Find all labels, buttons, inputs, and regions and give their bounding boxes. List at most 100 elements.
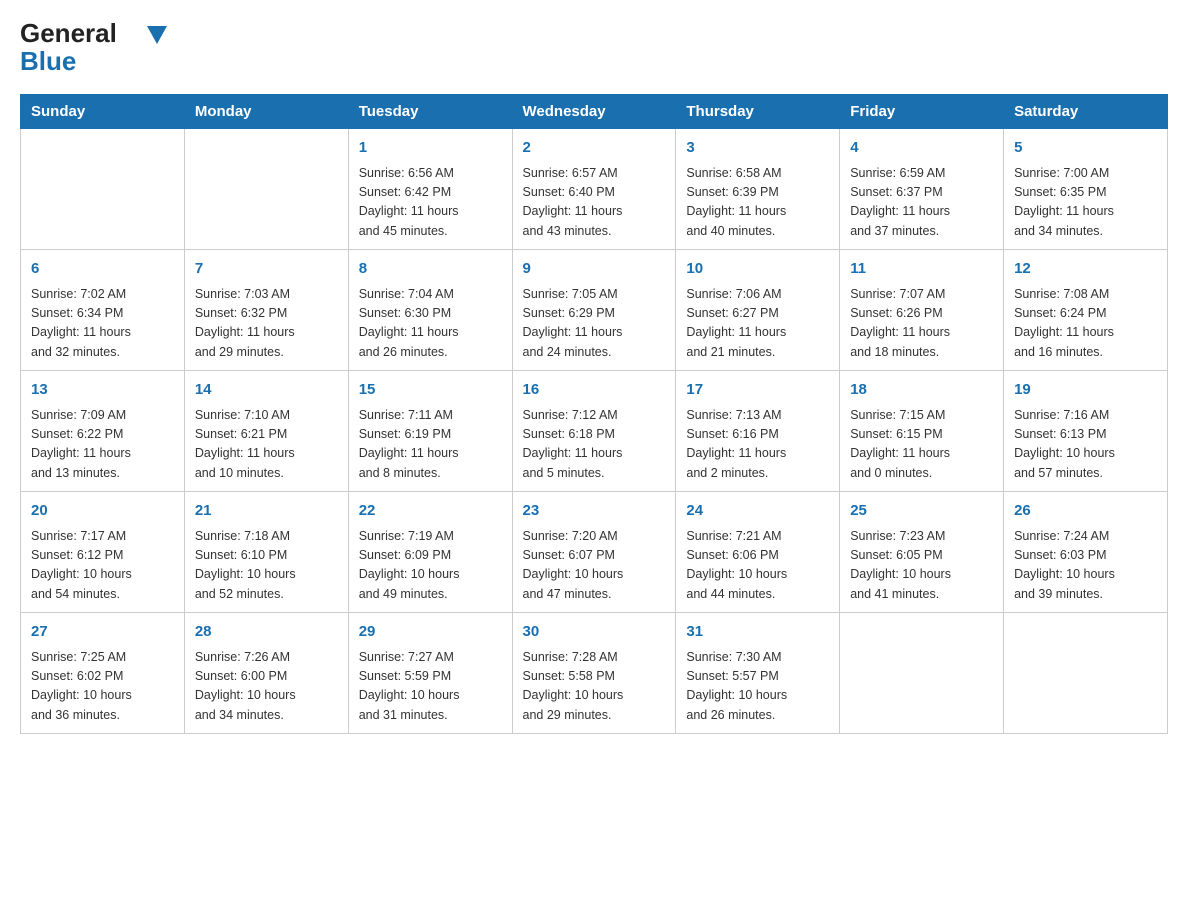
day-info: Sunrise: 7:08 AMSunset: 6:24 PMDaylight:… — [1014, 285, 1157, 363]
day-number: 24 — [686, 500, 829, 523]
day-number: 26 — [1014, 500, 1157, 523]
day-number: 5 — [1014, 137, 1157, 160]
weekday-header-wednesday: Wednesday — [512, 95, 676, 129]
day-number: 9 — [523, 258, 666, 281]
day-number: 13 — [31, 379, 174, 402]
day-number: 28 — [195, 621, 338, 644]
day-info: Sunrise: 6:56 AMSunset: 6:42 PMDaylight:… — [359, 164, 502, 242]
day-info: Sunrise: 7:17 AMSunset: 6:12 PMDaylight:… — [31, 527, 174, 605]
calendar-cell: 9 Sunrise: 7:05 AMSunset: 6:29 PMDaylight… — [512, 250, 676, 371]
calendar-cell: 24 Sunrise: 7:21 AMSunset: 6:06 PMDayligh… — [676, 492, 840, 613]
calendar-cell: 7 Sunrise: 7:03 AMSunset: 6:32 PMDaylight… — [184, 250, 348, 371]
day-info: Sunrise: 7:30 AMSunset: 5:57 PMDaylight:… — [686, 648, 829, 726]
weekday-header-friday: Friday — [840, 95, 1004, 129]
day-info: Sunrise: 6:57 AMSunset: 6:40 PMDaylight:… — [523, 164, 666, 242]
day-info: Sunrise: 7:23 AMSunset: 6:05 PMDaylight:… — [850, 527, 993, 605]
day-number: 22 — [359, 500, 502, 523]
calendar-cell: 2 Sunrise: 6:57 AMSunset: 6:40 PMDaylight… — [512, 129, 676, 250]
weekday-header-saturday: Saturday — [1004, 95, 1168, 129]
week-row-2: 6 Sunrise: 7:02 AMSunset: 6:34 PMDaylight… — [21, 250, 1168, 371]
day-info: Sunrise: 6:59 AMSunset: 6:37 PMDaylight:… — [850, 164, 993, 242]
day-info: Sunrise: 7:25 AMSunset: 6:02 PMDaylight:… — [31, 648, 174, 726]
day-number: 17 — [686, 379, 829, 402]
calendar-cell: 13 Sunrise: 7:09 AMSunset: 6:22 PMDayligh… — [21, 371, 185, 492]
day-number: 30 — [523, 621, 666, 644]
day-number: 2 — [523, 137, 666, 160]
day-number: 29 — [359, 621, 502, 644]
day-info: Sunrise: 7:06 AMSunset: 6:27 PMDaylight:… — [686, 285, 829, 363]
calendar-cell: 21 Sunrise: 7:18 AMSunset: 6:10 PMDayligh… — [184, 492, 348, 613]
calendar-cell: 16 Sunrise: 7:12 AMSunset: 6:18 PMDayligh… — [512, 371, 676, 492]
day-number: 18 — [850, 379, 993, 402]
calendar-cell: 3 Sunrise: 6:58 AMSunset: 6:39 PMDaylight… — [676, 129, 840, 250]
day-info: Sunrise: 7:03 AMSunset: 6:32 PMDaylight:… — [195, 285, 338, 363]
day-info: Sunrise: 7:21 AMSunset: 6:06 PMDaylight:… — [686, 527, 829, 605]
day-info: Sunrise: 7:15 AMSunset: 6:15 PMDaylight:… — [850, 406, 993, 484]
calendar-cell: 19 Sunrise: 7:16 AMSunset: 6:13 PMDayligh… — [1004, 371, 1168, 492]
week-row-3: 13 Sunrise: 7:09 AMSunset: 6:22 PMDayligh… — [21, 371, 1168, 492]
calendar-cell: 20 Sunrise: 7:17 AMSunset: 6:12 PMDayligh… — [21, 492, 185, 613]
day-info: Sunrise: 7:26 AMSunset: 6:00 PMDaylight:… — [195, 648, 338, 726]
day-info: Sunrise: 7:19 AMSunset: 6:09 PMDaylight:… — [359, 527, 502, 605]
day-info: Sunrise: 7:18 AMSunset: 6:10 PMDaylight:… — [195, 527, 338, 605]
day-info: Sunrise: 6:58 AMSunset: 6:39 PMDaylight:… — [686, 164, 829, 242]
day-number: 23 — [523, 500, 666, 523]
day-number: 4 — [850, 137, 993, 160]
day-number: 16 — [523, 379, 666, 402]
calendar-cell: 27 Sunrise: 7:25 AMSunset: 6:02 PMDayligh… — [21, 613, 185, 734]
calendar-cell: 28 Sunrise: 7:26 AMSunset: 6:00 PMDayligh… — [184, 613, 348, 734]
page-header: General Blue — [20, 20, 1168, 74]
calendar-cell: 29 Sunrise: 7:27 AMSunset: 5:59 PMDayligh… — [348, 613, 512, 734]
weekday-header-monday: Monday — [184, 95, 348, 129]
calendar-cell — [840, 613, 1004, 734]
calendar-cell: 8 Sunrise: 7:04 AMSunset: 6:30 PMDaylight… — [348, 250, 512, 371]
calendar-cell: 22 Sunrise: 7:19 AMSunset: 6:09 PMDayligh… — [348, 492, 512, 613]
logo-line1: General — [20, 20, 167, 48]
calendar-cell: 4 Sunrise: 6:59 AMSunset: 6:37 PMDaylight… — [840, 129, 1004, 250]
day-number: 11 — [850, 258, 993, 281]
calendar-cell: 23Sunrise: 7:20 AMSunset: 6:07 PMDayligh… — [512, 492, 676, 613]
day-number: 27 — [31, 621, 174, 644]
day-info: Sunrise: 7:02 AMSunset: 6:34 PMDaylight:… — [31, 285, 174, 363]
day-info: Sunrise: 7:09 AMSunset: 6:22 PMDaylight:… — [31, 406, 174, 484]
day-number: 6 — [31, 258, 174, 281]
day-number: 21 — [195, 500, 338, 523]
logo: General Blue — [20, 20, 167, 74]
day-number: 20 — [31, 500, 174, 523]
calendar-cell: 10Sunrise: 7:06 AMSunset: 6:27 PMDayligh… — [676, 250, 840, 371]
calendar-cell: 1 Sunrise: 6:56 AMSunset: 6:42 PMDaylight… — [348, 129, 512, 250]
day-number: 3 — [686, 137, 829, 160]
calendar-cell: 12Sunrise: 7:08 AMSunset: 6:24 PMDayligh… — [1004, 250, 1168, 371]
calendar-cell: 14 Sunrise: 7:10 AMSunset: 6:21 PMDayligh… — [184, 371, 348, 492]
weekday-header-tuesday: Tuesday — [348, 95, 512, 129]
day-info: Sunrise: 7:24 AMSunset: 6:03 PMDaylight:… — [1014, 527, 1157, 605]
calendar-cell: 26 Sunrise: 7:24 AMSunset: 6:03 PMDayligh… — [1004, 492, 1168, 613]
weekday-header-sunday: Sunday — [21, 95, 185, 129]
day-info: Sunrise: 7:10 AMSunset: 6:21 PMDaylight:… — [195, 406, 338, 484]
calendar-cell: 6 Sunrise: 7:02 AMSunset: 6:34 PMDaylight… — [21, 250, 185, 371]
day-info: Sunrise: 7:04 AMSunset: 6:30 PMDaylight:… — [359, 285, 502, 363]
day-info: Sunrise: 7:27 AMSunset: 5:59 PMDaylight:… — [359, 648, 502, 726]
calendar-cell — [1004, 613, 1168, 734]
day-number: 25 — [850, 500, 993, 523]
day-info: Sunrise: 7:00 AMSunset: 6:35 PMDaylight:… — [1014, 164, 1157, 242]
calendar-table: SundayMondayTuesdayWednesdayThursdayFrid… — [20, 94, 1168, 734]
day-info: Sunrise: 7:16 AMSunset: 6:13 PMDaylight:… — [1014, 406, 1157, 484]
day-number: 7 — [195, 258, 338, 281]
day-number: 14 — [195, 379, 338, 402]
day-number: 8 — [359, 258, 502, 281]
calendar-cell: 17Sunrise: 7:13 AMSunset: 6:16 PMDayligh… — [676, 371, 840, 492]
day-info: Sunrise: 7:12 AMSunset: 6:18 PMDaylight:… — [523, 406, 666, 484]
day-number: 19 — [1014, 379, 1157, 402]
logo-line2: Blue — [20, 48, 167, 74]
calendar-cell: 15Sunrise: 7:11 AMSunset: 6:19 PMDayligh… — [348, 371, 512, 492]
day-info: Sunrise: 7:07 AMSunset: 6:26 PMDaylight:… — [850, 285, 993, 363]
day-number: 1 — [359, 137, 502, 160]
day-info: Sunrise: 7:28 AMSunset: 5:58 PMDaylight:… — [523, 648, 666, 726]
day-info: Sunrise: 7:05 AMSunset: 6:29 PMDaylight:… — [523, 285, 666, 363]
day-info: Sunrise: 7:11 AMSunset: 6:19 PMDaylight:… — [359, 406, 502, 484]
week-row-4: 20 Sunrise: 7:17 AMSunset: 6:12 PMDayligh… — [21, 492, 1168, 613]
weekday-header-row: SundayMondayTuesdayWednesdayThursdayFrid… — [21, 95, 1168, 129]
week-row-1: 1 Sunrise: 6:56 AMSunset: 6:42 PMDaylight… — [21, 129, 1168, 250]
weekday-header-thursday: Thursday — [676, 95, 840, 129]
